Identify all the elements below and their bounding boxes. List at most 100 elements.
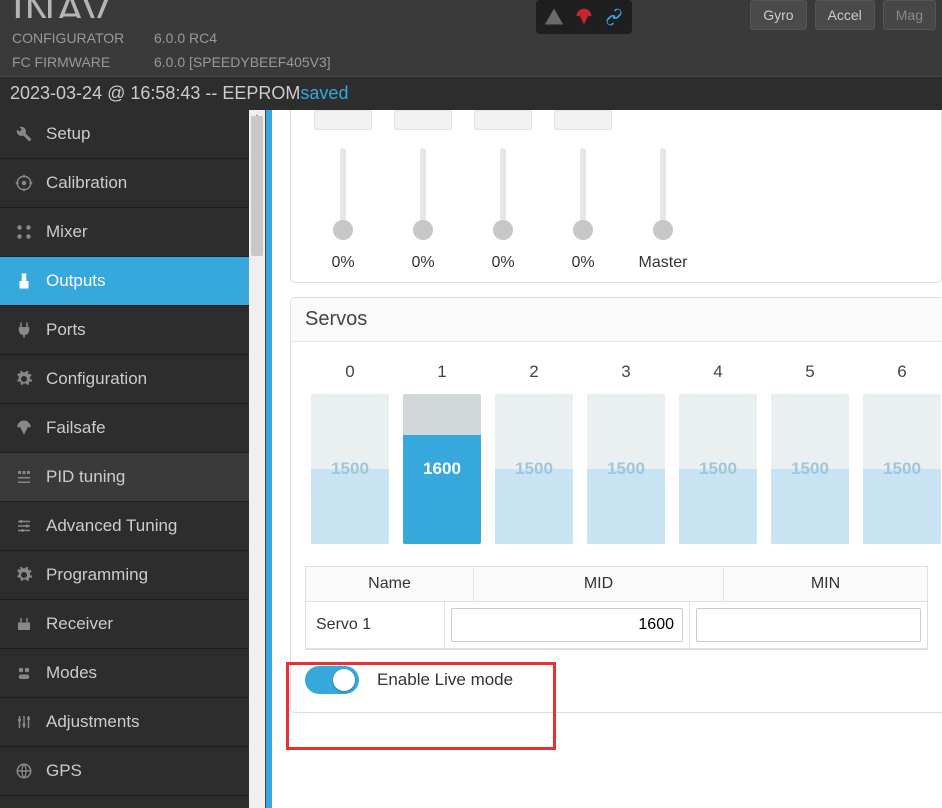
servo-bar[interactable]: 1500 — [771, 394, 849, 544]
servo-bar[interactable]: 1500 — [587, 394, 665, 544]
slider-knob[interactable] — [493, 220, 513, 240]
servo-index: 5 — [805, 362, 814, 382]
servo-bar[interactable]: 1500 — [679, 394, 757, 544]
sidebar-item-label: Adjustments — [46, 712, 140, 732]
col-header-mid: MID — [474, 567, 724, 601]
slider-knob[interactable] — [573, 220, 593, 240]
servo-bar[interactable]: 1500 — [863, 394, 941, 544]
col-header-name: Name — [306, 567, 474, 601]
live-mode-label: Enable Live mode — [377, 670, 513, 690]
live-mode-toggle[interactable] — [305, 666, 359, 694]
sidebar-item-label: Calibration — [46, 173, 127, 193]
servo-col-2[interactable]: 2 1500 — [495, 362, 573, 544]
tune-icon — [14, 467, 34, 487]
motor-slider[interactable] — [340, 148, 346, 238]
sidebar-item-label: Setup — [46, 124, 90, 144]
sidebar-item-label: Ports — [46, 320, 86, 340]
sidebar-scrollbar[interactable]: ▲ — [249, 110, 265, 808]
firmware-label: FC FIRMWARE — [12, 54, 130, 70]
plug-icon — [14, 320, 34, 340]
adjust-icon — [14, 712, 34, 732]
motor-label: 0% — [571, 254, 594, 272]
sidebar-item-ports[interactable]: Ports — [0, 306, 265, 355]
configurator-label: CONFIGURATOR — [12, 30, 130, 46]
motor-value-box — [474, 110, 532, 130]
servo-col-6[interactable]: 61500 — [863, 362, 941, 544]
sidebar-item-pid-tuning[interactable]: PID tuning — [0, 453, 265, 502]
live-mode-row: Enable Live mode — [291, 650, 942, 712]
slider-knob[interactable] — [413, 220, 433, 240]
sidebar-item-gps[interactable]: GPS — [0, 747, 265, 796]
slider-knob[interactable] — [333, 220, 353, 240]
sidebar-item-modes[interactable]: Modes — [0, 649, 265, 698]
servo-mid-input[interactable] — [451, 608, 683, 642]
sensor-mag[interactable]: Mag — [883, 0, 936, 30]
sidebar-item-outputs[interactable]: Outputs — [0, 257, 265, 306]
servo-col-4[interactable]: 4 1500 — [679, 362, 757, 544]
status-icon-group — [536, 0, 632, 34]
sidebar-item-label: Outputs — [46, 271, 106, 291]
sidebar-item-receiver[interactable]: Receiver — [0, 600, 265, 649]
motor-slider[interactable] — [500, 148, 506, 238]
col-header-min: MIN — [724, 567, 927, 601]
header: INAV CONFIGURATOR 6.0.0 RC4 FC FIRMWARE … — [0, 0, 942, 76]
sensor-gyro[interactable]: Gyro — [750, 0, 806, 30]
gear-icon — [14, 565, 34, 585]
servo-col-1[interactable]: 1 1600 — [403, 362, 481, 544]
motor-value-box — [314, 110, 372, 130]
sidebar-item-setup[interactable]: Setup — [0, 110, 265, 159]
servo-value: 1500 — [883, 459, 921, 479]
servo-bar[interactable]: 1600 — [403, 394, 481, 544]
firmware-version: 6.0.0 [SPEEDYBEEF405V3] — [154, 54, 331, 70]
servo-col-3[interactable]: 3 1500 — [587, 362, 665, 544]
motor-label: Master — [639, 254, 688, 272]
servo-col-5[interactable]: 5 1500 — [771, 362, 849, 544]
log-timestamp: 2023-03-24 @ 16:58:43 -- EEPROM — [10, 83, 300, 104]
sidebar-item-configuration[interactable]: Configuration — [0, 355, 265, 404]
sidebar-item-label: GPS — [46, 761, 82, 781]
firmware-version-row: FC FIRMWARE 6.0.0 [SPEEDYBEEF405V3] — [12, 54, 930, 70]
sidebar-item-label: Receiver — [46, 614, 113, 634]
sidebar-item-advanced-tuning[interactable]: Advanced Tuning — [0, 502, 265, 551]
content-area: 0%0%0%0%Master Servos 015001160021500315… — [266, 110, 942, 808]
sidebar-item-adjustments[interactable]: Adjustments — [0, 698, 265, 747]
parachute-icon — [572, 5, 596, 29]
sidebar-item-calibration[interactable]: Calibration — [0, 159, 265, 208]
servo-value: 1500 — [331, 459, 369, 479]
log-saved-link[interactable]: saved — [300, 83, 348, 104]
servo-bar[interactable]: 1500 — [311, 394, 389, 544]
motor-slider[interactable] — [660, 148, 666, 238]
outputs-icon — [14, 271, 34, 291]
warning-icon — [542, 5, 566, 29]
sensor-accel[interactable]: Accel — [815, 0, 875, 30]
servo-min-input[interactable] — [696, 608, 921, 642]
servos-title: Servos — [291, 298, 942, 342]
motor-value-box — [554, 110, 612, 130]
wrench-icon — [14, 124, 34, 144]
motor-label: 0% — [331, 254, 354, 272]
sidebar-item-label: Programming — [46, 565, 148, 585]
sidebar-item-programming[interactable]: Programming — [0, 551, 265, 600]
sliders-icon — [14, 516, 34, 536]
sidebar-item-mixer[interactable]: Mixer — [0, 208, 265, 257]
servo-index: 2 — [529, 362, 538, 382]
servo-value: 1500 — [699, 459, 737, 479]
servo-value: 1500 — [515, 459, 553, 479]
servo-index: 3 — [621, 362, 630, 382]
motor-slider[interactable] — [420, 148, 426, 238]
sidebar-item-label: Advanced Tuning — [46, 516, 177, 536]
sidebar-item-failsafe[interactable]: Failsafe — [0, 404, 265, 453]
servo-index: 4 — [713, 362, 722, 382]
slider-knob[interactable] — [653, 220, 673, 240]
log-statusbar: 2023-03-24 @ 16:58:43 -- EEPROM saved — [0, 76, 942, 110]
sidebar-item-label: Modes — [46, 663, 97, 683]
target-icon — [14, 173, 34, 193]
servo-col-0[interactable]: 01500 — [311, 362, 389, 544]
modes-icon — [14, 663, 34, 683]
servo-bar[interactable]: 1500 — [495, 394, 573, 544]
sidebar: Setup Calibration Mixer Outputs Ports Configu… — [0, 110, 266, 808]
sidebar-item-label: Configuration — [46, 369, 147, 389]
servo-index: 1 — [437, 362, 446, 382]
motor-slider[interactable] — [580, 148, 586, 238]
scrollbar-thumb[interactable] — [251, 116, 263, 256]
